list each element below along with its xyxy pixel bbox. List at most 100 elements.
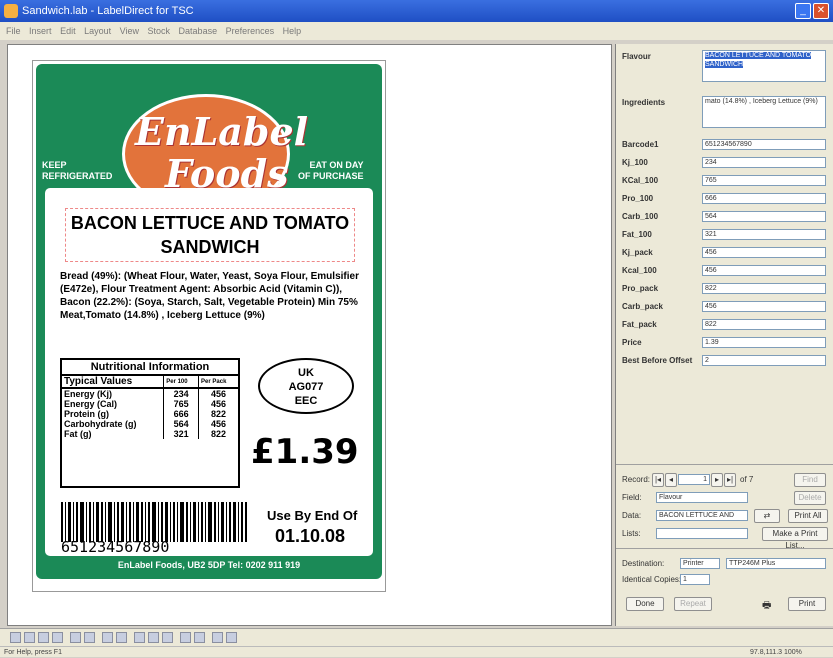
field-price[interactable]: 1.39 [702, 337, 826, 348]
field-label-fatpack: Fat_pack [622, 320, 657, 329]
same-size-icon[interactable] [162, 632, 173, 643]
field-fatpack[interactable]: 822 [702, 319, 826, 330]
eat-on-day-text: EAT ON DAY OF PURCHASE [298, 160, 364, 181]
field-propack[interactable]: 822 [702, 283, 826, 294]
align-center-icon[interactable] [24, 632, 35, 643]
label-footer[interactable]: EnLabel Foods, UB2 5DP Tel: 0202 911 919 [36, 560, 382, 570]
design-canvas[interactable]: KEEP REFRIGERATED EAT ON DAY OF PURCHASE… [7, 44, 612, 626]
done-button[interactable]: Done [626, 597, 664, 611]
nutrition-table[interactable]: Nutritional Information Typical Values P… [60, 358, 240, 488]
data-select[interactable]: BACON LETTUCE AND [656, 510, 748, 521]
field-carb100[interactable]: 564 [702, 211, 826, 222]
nutrition-cell: 456 [198, 388, 238, 399]
first-record-button[interactable]: |◂ [652, 473, 664, 487]
menu-preferences[interactable]: Preferences [226, 22, 275, 40]
destination-select[interactable]: Printer [680, 558, 720, 569]
center-vertical-icon[interactable] [194, 632, 205, 643]
close-button[interactable]: ✕ [813, 3, 829, 19]
align-right-icon[interactable] [38, 632, 49, 643]
data-label: Data: [622, 511, 642, 520]
flavour-field[interactable]: BACON LETTUCE AND TOMATO SANDWICH [702, 50, 826, 82]
nutrition-row-label: Fat (g) [64, 429, 92, 439]
status-coordinates: 97.8,111.3 100% [750, 649, 802, 656]
menu-bar: File Insert Edit Layout View Stock Datab… [0, 22, 833, 40]
menu-file[interactable]: File [6, 22, 21, 40]
uk-health-mark[interactable]: UK AG077 EEC [258, 358, 354, 414]
field-label-fat100: Fat_100 [622, 230, 652, 239]
grid-icon[interactable] [226, 632, 237, 643]
barcode-number: 651234567890 [61, 538, 170, 556]
destination-label: Destination: [622, 559, 665, 568]
use-by-date[interactable]: 01.10.08 [275, 526, 345, 547]
align-left-icon[interactable] [10, 632, 21, 643]
ingredients-field[interactable]: mato (14.8%) , Iceberg Lettuce (9%) [702, 96, 826, 128]
field-fat100[interactable]: 321 [702, 229, 826, 240]
menu-edit[interactable]: Edit [60, 22, 76, 40]
field-kjpack[interactable]: 456 [702, 247, 826, 258]
same-width-icon[interactable] [134, 632, 145, 643]
use-by-label[interactable]: Use By End Of [267, 508, 357, 523]
menu-database[interactable]: Database [179, 22, 218, 40]
last-record-button[interactable]: ▸| [724, 473, 736, 487]
field-kj100[interactable]: 234 [702, 157, 826, 168]
next-record-button[interactable]: ▸ [711, 473, 723, 487]
lists-select[interactable] [656, 528, 748, 539]
center-horizontal-icon[interactable] [180, 632, 191, 643]
nutrition-header-per100: Per 100 [163, 376, 199, 388]
field-selector-label: Field: [622, 493, 642, 502]
window-title: Sandwich.lab - LabelDirect for TSC [22, 5, 194, 17]
nutrition-cell: 456 [198, 399, 238, 409]
distribute-horizontal-icon[interactable] [102, 632, 113, 643]
nutrition-cell: 822 [198, 409, 238, 419]
find-button[interactable]: Find [794, 473, 826, 487]
menu-view[interactable]: View [120, 22, 139, 40]
link-icon[interactable]: ⇄ [754, 509, 780, 523]
record-number-field[interactable]: 1 [678, 474, 710, 485]
record-total: of 7 [740, 475, 754, 484]
field-carbpack[interactable]: 456 [702, 301, 826, 312]
field-select[interactable]: Flavour [656, 492, 748, 503]
prev-record-button[interactable]: ◂ [665, 473, 677, 487]
nutrition-cell: 564 [163, 419, 199, 429]
field-pro100[interactable]: 666 [702, 193, 826, 204]
nutrition-row-label: Protein (g) [64, 409, 109, 419]
field-kcal100[interactable]: 765 [702, 175, 826, 186]
field-label-best-before: Best Before Offset [622, 356, 693, 365]
print-controls: Destination: Printer TTP246M Plus Identi… [616, 548, 833, 626]
make-print-list-button[interactable]: Make a Print List... [762, 527, 828, 550]
flavour-value: BACON LETTUCE AND TOMATO SANDWICH [705, 52, 812, 68]
text-size-icon[interactable] [212, 632, 223, 643]
field-label-kj100: Kj_100 [622, 158, 648, 167]
align-middle-icon[interactable] [70, 632, 81, 643]
uk-mark-line: UK [298, 367, 314, 379]
distribute-vertical-icon[interactable] [116, 632, 127, 643]
repeat-button[interactable]: Repeat [674, 597, 712, 611]
menu-layout[interactable]: Layout [84, 22, 111, 40]
product-name[interactable]: BACON LETTUCE AND TOMATO SANDWICH [65, 208, 355, 262]
copies-field[interactable]: 1 [680, 574, 710, 585]
field-kcal100b[interactable]: 456 [702, 265, 826, 276]
menu-help[interactable]: Help [283, 22, 302, 40]
align-top-icon[interactable] [52, 632, 63, 643]
delete-button[interactable]: Delete [794, 491, 826, 505]
nutrition-cell: 666 [163, 409, 199, 419]
align-bottom-icon[interactable] [84, 632, 95, 643]
lists-label: Lists: [622, 529, 641, 538]
price-text[interactable]: £1.39 [251, 432, 359, 472]
label-green-border: KEEP REFRIGERATED EAT ON DAY OF PURCHASE… [36, 64, 382, 579]
field-label-kjpack: Kj_pack [622, 248, 653, 257]
record-label: Record: [622, 475, 651, 484]
menu-stock[interactable]: Stock [148, 22, 171, 40]
field-best-before[interactable]: 2 [702, 355, 826, 366]
minimize-button[interactable]: _ [795, 3, 811, 19]
printer-name-field[interactable]: TTP246M Plus [726, 558, 826, 569]
label-preview[interactable]: KEEP REFRIGERATED EAT ON DAY OF PURCHASE… [32, 60, 386, 592]
menu-insert[interactable]: Insert [29, 22, 52, 40]
same-height-icon[interactable] [148, 632, 159, 643]
copies-label: Identical Copies: [622, 575, 682, 584]
print-button[interactable]: Print [788, 597, 826, 611]
print-all-button[interactable]: Print All [788, 509, 828, 523]
field-barcode1[interactable]: 651234567890 [702, 139, 826, 150]
nutrition-row-label: Energy (Cal) [64, 399, 118, 409]
ingredients-text[interactable]: Bread (49%): (Wheat Flour, Water, Yeast,… [60, 270, 370, 322]
